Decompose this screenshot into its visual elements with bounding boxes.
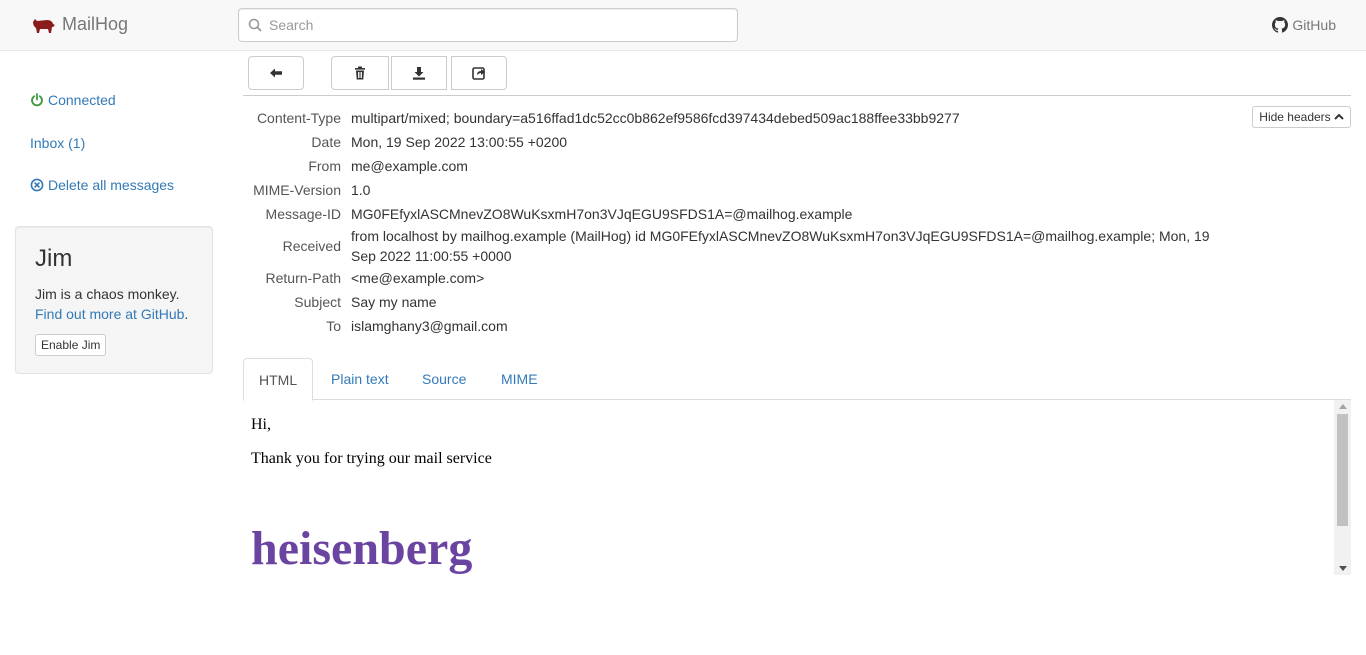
header-value: Mon, 19 Sep 2022 13:00:55 +0200 xyxy=(351,134,568,150)
header-value: islamghany3@gmail.com xyxy=(351,318,508,334)
header-row: Date Mon, 19 Sep 2022 13:00:55 +0200 xyxy=(243,132,1243,152)
header-key: To xyxy=(326,318,341,334)
header-row: Return-Path <me@example.com> xyxy=(243,268,1243,288)
github-link[interactable]: GitHub xyxy=(1272,17,1336,33)
sidebar-item-inbox[interactable]: Inbox (1) xyxy=(30,135,85,151)
header-value: me@example.com xyxy=(351,158,468,174)
preview-scrollbar[interactable] xyxy=(1334,400,1351,575)
message-preview: Hi, Thank you for trying our mail servic… xyxy=(243,400,1351,575)
download-button[interactable] xyxy=(391,56,447,90)
header-key: Received xyxy=(282,238,341,254)
header-value: from localhost by mailhog.example (MailH… xyxy=(351,228,1210,264)
header-row: Message-ID MG0FEfyxlASCMnevZO8WuKsxmH7on3… xyxy=(243,204,1243,224)
github-label: GitHub xyxy=(1292,17,1336,33)
header-key: Date xyxy=(311,134,341,150)
header-key: From xyxy=(308,158,341,174)
jim-text: Jim is a chaos monkey. xyxy=(35,286,180,302)
tab-plain-text[interactable]: Plain text xyxy=(316,358,404,400)
scroll-up-arrow-icon[interactable] xyxy=(1339,404,1347,409)
header-key: Content-Type xyxy=(256,110,341,126)
header-row: To islamghany3@gmail.com xyxy=(243,316,1243,336)
tab-source[interactable]: Source xyxy=(407,358,481,400)
scroll-thumb[interactable] xyxy=(1337,414,1348,526)
back-button[interactable] xyxy=(248,56,304,90)
release-button[interactable] xyxy=(451,56,507,90)
jim-github-link[interactable]: Find out more at GitHub xyxy=(35,306,184,322)
arrow-left-icon xyxy=(270,68,282,78)
search-icon xyxy=(248,18,262,32)
hide-headers-button[interactable]: Hide headers xyxy=(1252,106,1351,128)
delete-message-button[interactable] xyxy=(331,56,389,90)
connected-status[interactable]: Connected xyxy=(30,92,116,108)
pig-logo-icon xyxy=(31,16,55,34)
remove-circle-icon xyxy=(30,178,44,192)
header-value: multipart/mixed; boundary=a516ffad1dc52c… xyxy=(351,110,960,126)
connected-label: Connected xyxy=(48,92,116,108)
body-line: Thank you for trying our mail service xyxy=(251,450,492,467)
header-row: Received from localhost by mailhog.exampl… xyxy=(243,226,1243,266)
navbar: MailHog GitHub xyxy=(0,0,1366,51)
search-input[interactable] xyxy=(269,9,729,41)
header-key: Message-ID xyxy=(265,206,341,222)
delete-all-messages-link[interactable]: Delete all messages xyxy=(30,177,174,193)
jim-panel: Jim Jim is a chaos monkey. Find out more… xyxy=(15,226,213,374)
header-value: Say my name xyxy=(351,294,437,310)
tab-html[interactable]: HTML xyxy=(243,358,314,401)
delete-all-label: Delete all messages xyxy=(48,177,175,193)
enable-jim-button[interactable]: Enable Jim xyxy=(35,334,107,356)
header-row: MIME-Version 1.0 xyxy=(243,180,1243,200)
message-tabs: HTML Plain text Source MIME xyxy=(243,358,1351,401)
message-body: Hi, Thank you for trying our mail servic… xyxy=(251,416,492,574)
hide-headers-label: Hide headers xyxy=(1259,110,1331,124)
body-heading: heisenberg xyxy=(251,522,473,575)
brand-link[interactable]: MailHog xyxy=(31,14,128,35)
header-key: MIME-Version xyxy=(253,182,341,198)
jim-description: Jim is a chaos monkey. Find out more at … xyxy=(35,284,193,324)
header-row: Content-Type multipart/mixed; boundary=a5… xyxy=(243,108,1243,128)
tab-mime[interactable]: MIME xyxy=(486,358,553,400)
header-value: MG0FEfyxlASCMnevZO8WuKsxmH7on3VJqEGU9SFD… xyxy=(351,206,853,222)
header-key: Return-Path xyxy=(265,270,341,286)
chevron-up-icon xyxy=(1333,113,1344,120)
jim-link-suffix: . xyxy=(184,306,189,322)
search-box[interactable] xyxy=(238,8,738,42)
header-value: <me@example.com> xyxy=(351,270,485,286)
jim-title: Jim xyxy=(35,245,73,272)
header-row: From me@example.com xyxy=(243,156,1243,176)
body-greeting: Hi, xyxy=(251,416,271,433)
trash-icon xyxy=(355,66,365,80)
header-value: 1.0 xyxy=(351,182,371,198)
scroll-down-arrow-icon[interactable] xyxy=(1339,566,1347,571)
github-icon xyxy=(1272,17,1289,33)
brand-title: MailHog xyxy=(62,14,129,34)
header-row: Subject Say my name xyxy=(243,292,1243,312)
download-icon xyxy=(413,67,425,80)
power-icon xyxy=(31,93,43,107)
share-icon xyxy=(472,67,485,80)
toolbar-divider xyxy=(243,95,1351,96)
header-key: Subject xyxy=(294,294,341,310)
